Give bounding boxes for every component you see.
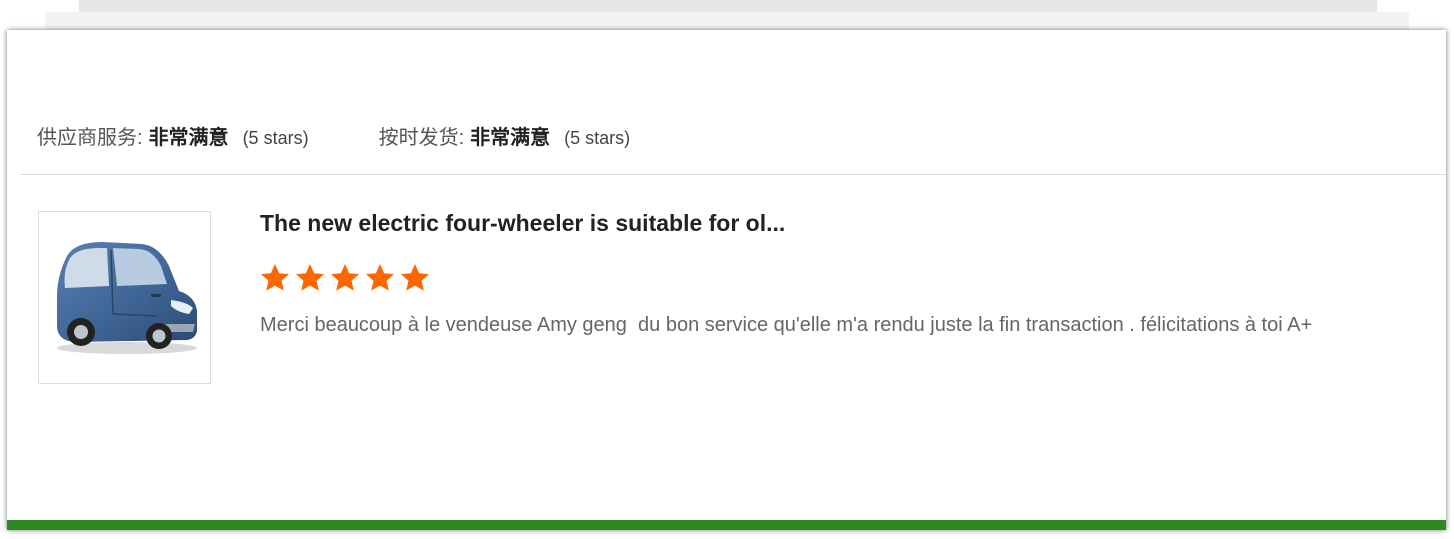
star-rating: [259, 262, 434, 294]
rating-label: 按时发货:: [378, 127, 465, 149]
divider: [20, 174, 1446, 175]
star-icon: [261, 264, 289, 291]
rating-label: 供应商服务:: [37, 127, 143, 149]
rating-value: 非常满意: [148, 127, 229, 149]
product-title-link[interactable]: The new electric four-wheeler is suitabl…: [260, 210, 880, 237]
rating-stars-text: (5 stars): [242, 128, 309, 148]
rating-stars-text: (5 stars): [564, 128, 631, 148]
star-icon: [296, 264, 324, 291]
star-icon: [401, 264, 429, 291]
star-icon: [331, 264, 359, 291]
rating-value: 非常满意: [470, 127, 551, 149]
review-card: 供应商服务: 非常满意 (5 stars) 按时发货: 非常满意 (5 star…: [7, 30, 1446, 530]
product-thumbnail[interactable]: [38, 211, 211, 384]
review-text: Merci beaucoup à le vendeuse Amy geng du…: [260, 314, 1313, 336]
stacked-card-middle: [45, 12, 1409, 30]
stacked-card-back: [79, 0, 1377, 12]
star-icon: [366, 264, 394, 291]
bottom-accent-bar: [7, 520, 1446, 530]
blue-electric-car-image: [57, 242, 197, 354]
supplier-ratings: 供应商服务: 非常满意 (5 stars) 按时发货: 非常满意 (5 star…: [37, 121, 630, 150]
rating-supplier-service: 供应商服务: 非常满意 (5 stars): [37, 121, 309, 150]
rating-on-time-delivery: 按时发货: 非常满意 (5 stars): [379, 121, 631, 150]
